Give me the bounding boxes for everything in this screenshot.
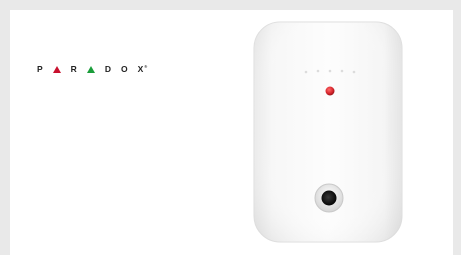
logo-letter-r: R [70, 63, 77, 74]
logo-green-triangle-icon [86, 65, 95, 73]
logo-red-triangle-icon [52, 65, 61, 73]
logo-letter-x: X® [137, 63, 148, 74]
logo-letter-d: D [104, 63, 111, 74]
glass-break-detector-image [253, 21, 403, 243]
logo-letter-o: O [120, 63, 128, 74]
status-led-icon [325, 86, 335, 96]
logo-letter-p: P [37, 63, 43, 74]
registered-mark: ® [144, 63, 148, 69]
paradox-logo: P R D O X® [37, 59, 157, 79]
microphone-icon [321, 190, 337, 206]
product-panel: P R D O X® [10, 10, 453, 255]
